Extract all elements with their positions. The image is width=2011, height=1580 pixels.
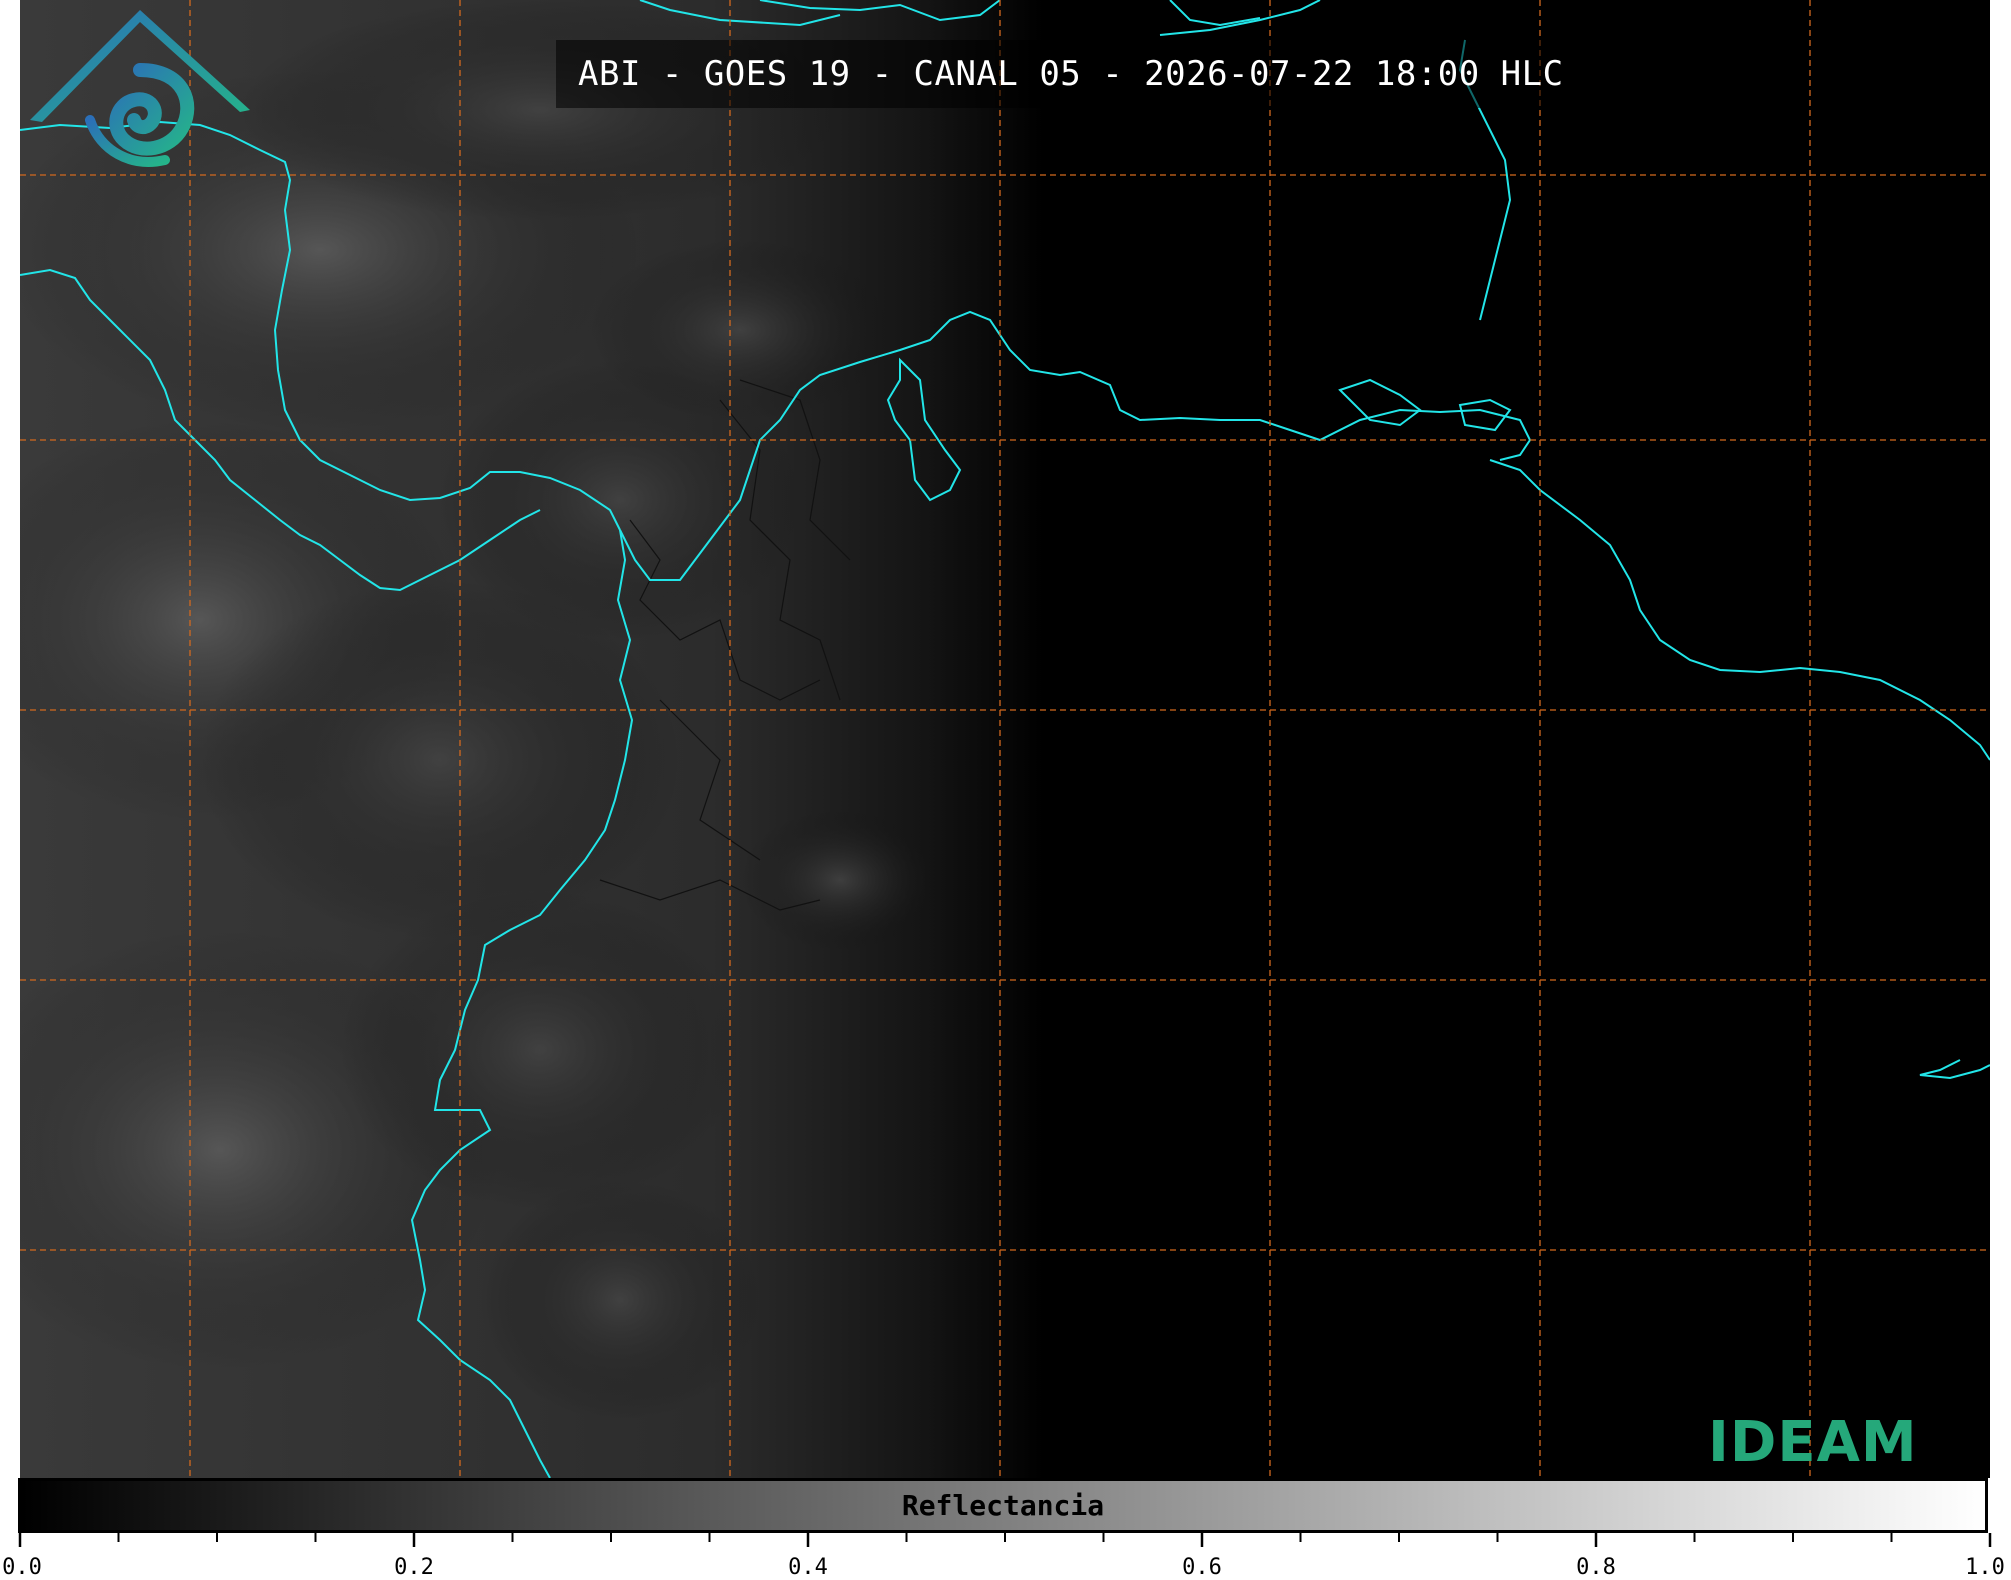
map-title: ABI - GOES 19 - CANAL 05 - 2026-07-22 18… bbox=[556, 40, 1586, 108]
colorbar-tick-label: 0.6 bbox=[1182, 1555, 1222, 1580]
colorbar-tick-label: 0.8 bbox=[1576, 1555, 1616, 1580]
ideam-logo-icon bbox=[30, 10, 250, 167]
colorbar-ticks bbox=[18, 1533, 1992, 1547]
colorbar-tick-label: 0.2 bbox=[394, 1555, 434, 1580]
satellite-imagery bbox=[20, 0, 1990, 1478]
satellite-map: ABI - GOES 19 - CANAL 05 - 2026-07-22 18… bbox=[20, 0, 1990, 1478]
ideam-logo-text: IDEAM bbox=[1708, 1410, 1918, 1475]
colorbar-tick-label: 1.0 bbox=[1965, 1555, 2005, 1580]
colorbar: Reflectancia bbox=[18, 1478, 1988, 1533]
colorbar-label: Reflectancia bbox=[901, 1489, 1105, 1522]
colorbar-tick-label: 0.0 bbox=[2, 1555, 42, 1580]
colorbar-tick-label: 0.4 bbox=[788, 1555, 828, 1580]
